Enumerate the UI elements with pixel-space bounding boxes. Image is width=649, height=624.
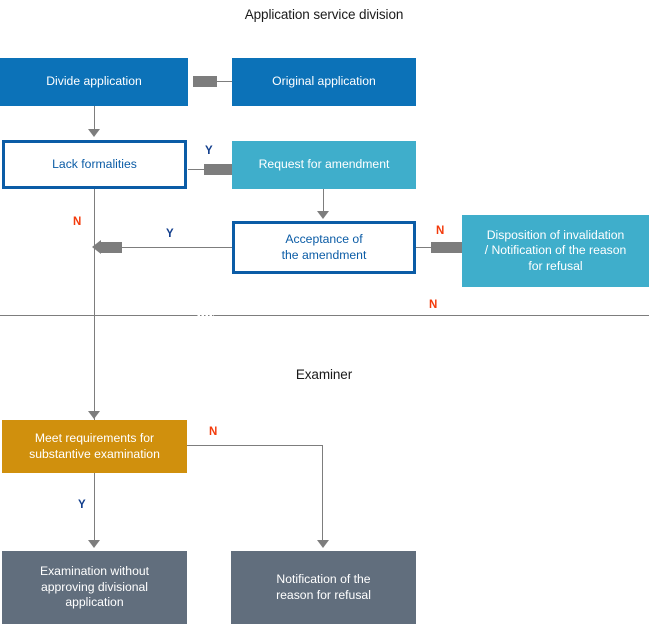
node-divide-application[interactable]: Divide application bbox=[0, 58, 188, 106]
node-original-application[interactable]: Original application bbox=[232, 58, 416, 106]
node-meet-requirements-label: Meet requirements for substantive examin… bbox=[29, 430, 160, 461]
connector-stub-divide-to-original bbox=[193, 76, 217, 87]
arrowhead-request-to-acceptance bbox=[317, 211, 329, 219]
branch-label-meet-requirements-yes: Y bbox=[78, 499, 86, 511]
node-examination-without-approving-label: Examination without approving divisional… bbox=[39, 564, 150, 610]
arrowhead-divide-to-lack bbox=[88, 129, 100, 137]
node-request-for-amendment[interactable]: Request for amendment bbox=[232, 141, 416, 189]
connector-lack-formalities-no-line bbox=[94, 189, 95, 424]
connector-meet-no-vertical bbox=[322, 445, 323, 542]
branch-label-acceptance-no: N bbox=[436, 225, 445, 237]
connector-acceptance-yes-line bbox=[120, 247, 232, 248]
lane-title-application-service-division: Application service division bbox=[244, 7, 404, 22]
node-disposition-label: Disposition of invalidation / Notificati… bbox=[484, 227, 627, 273]
lane-title-examiner: Examiner bbox=[295, 367, 353, 382]
node-notification-reason-refusal-label: Notification of the reason for refusal bbox=[276, 571, 371, 602]
node-acceptance-label: Acceptance of the amendment bbox=[281, 231, 367, 262]
branch-label-meet-requirements-no: N bbox=[209, 426, 218, 438]
branch-label-lack-formalities-no: N bbox=[73, 216, 82, 228]
connector-divide-to-lack-line bbox=[94, 106, 95, 131]
arrowhead-meet-yes bbox=[88, 540, 100, 548]
node-examination-without-approving[interactable]: Examination without approving divisional… bbox=[2, 551, 187, 624]
flowchart-canvas: Application service division Examiner Di… bbox=[0, 0, 649, 624]
connector-meet-yes-vertical bbox=[94, 473, 95, 542]
lane-divider-left bbox=[0, 315, 196, 316]
connector-meet-no-horizontal bbox=[187, 445, 323, 446]
connector-line-divide-to-original bbox=[216, 81, 233, 82]
branch-label-lane-cross-no: N bbox=[429, 299, 438, 311]
connector-request-to-acceptance-line bbox=[323, 189, 324, 213]
arrowhead-meet-no bbox=[317, 540, 329, 548]
node-lack-formalities[interactable]: Lack formalities bbox=[2, 140, 187, 189]
arrowhead-into-meet-requirements bbox=[88, 411, 100, 419]
connector-stub-acceptance-to-disposition bbox=[431, 242, 463, 253]
node-meet-requirements[interactable]: Meet requirements for substantive examin… bbox=[2, 420, 187, 473]
connector-line-lack-to-request bbox=[188, 169, 205, 170]
connector-line-acceptance-to-disposition bbox=[416, 247, 432, 248]
node-acceptance-of-the-amendment[interactable]: Acceptance of the amendment bbox=[232, 221, 416, 274]
arrowhead-acceptance-yes bbox=[92, 240, 122, 254]
branch-label-lack-formalities-yes: Y bbox=[205, 145, 213, 157]
branch-label-acceptance-yes: Y bbox=[166, 228, 174, 240]
node-disposition-of-invalidation[interactable]: Disposition of invalidation / Notificati… bbox=[462, 215, 649, 287]
connector-stub-lack-to-request bbox=[204, 164, 234, 175]
node-notification-reason-refusal[interactable]: Notification of the reason for refusal bbox=[231, 551, 416, 624]
lane-divider-dotted bbox=[196, 315, 214, 316]
lane-divider-right bbox=[214, 315, 649, 316]
